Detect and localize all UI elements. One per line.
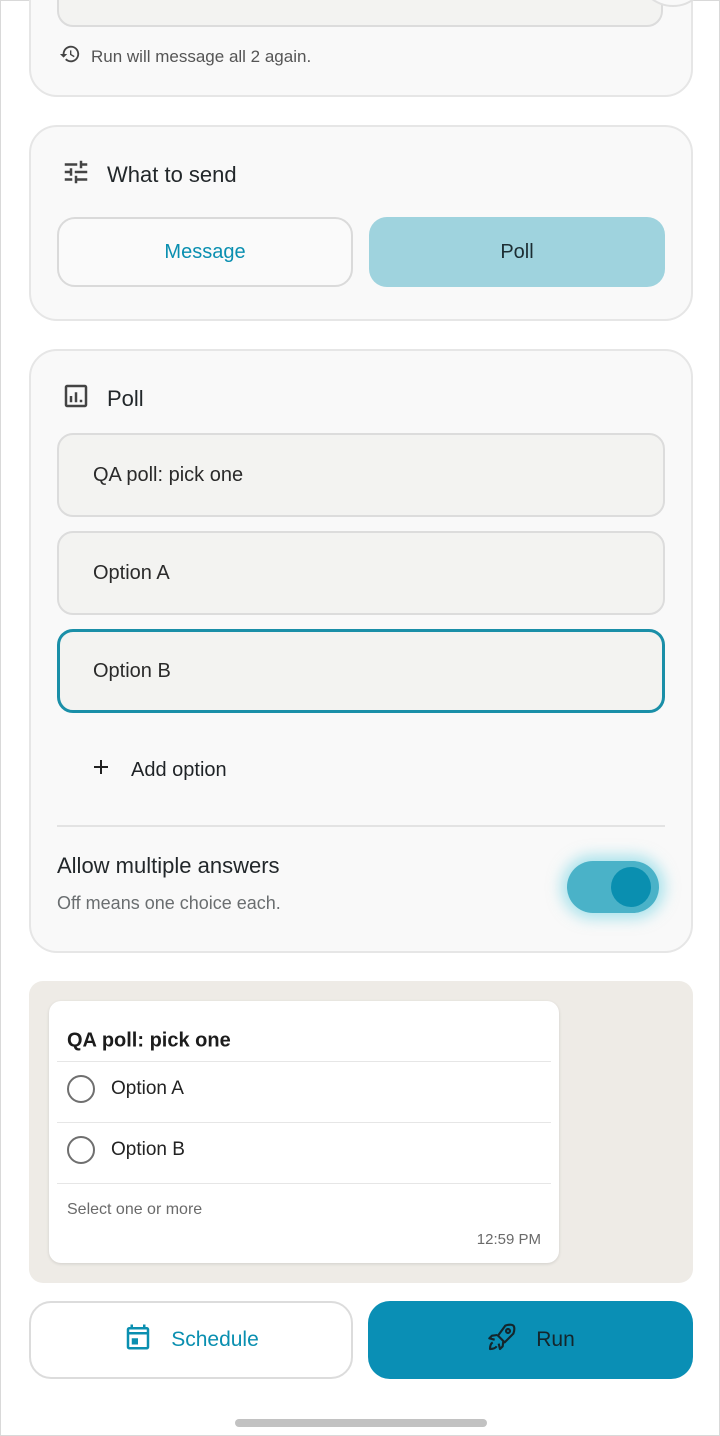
allow-multiple-subtitle: Off means one choice each. [57,893,281,913]
allow-multiple-toggle[interactable] [567,861,659,913]
poll-option-a-value: Option A [93,561,170,584]
home-indicator[interactable] [235,1419,487,1427]
preview-option: Option A [67,1075,184,1103]
poll-preview: QA poll: pick one Option A Option B Sele… [29,981,693,1283]
poll-question-input[interactable]: QA poll: pick one [57,433,665,517]
radio-icon [67,1075,95,1103]
poll-title: Poll [107,386,144,411]
recipients-field[interactable]: test [57,0,663,27]
schedule-label: Schedule [171,1328,259,1351]
radio-icon [67,1136,95,1164]
preview-title: QA poll: pick one [67,1029,231,1052]
preview-option-label: Option A [111,1078,184,1099]
run-button[interactable]: Run [368,1301,693,1379]
message-type-button[interactable]: Message [57,217,353,287]
preview-option-label: Option B [111,1139,185,1160]
poll-option-b-value: Option B [93,659,171,682]
screen: test Run will message all 2 again. What … [0,0,720,1436]
poll-question-value: QA poll: pick one [93,463,244,486]
calendar-icon [123,1322,153,1358]
what-to-send-card: What to send Message Poll [29,125,693,321]
sliders-icon [61,157,91,193]
run-label: Run [536,1328,575,1351]
allow-multiple-title: Allow multiple answers [57,853,280,878]
poll-header: Poll [61,381,144,417]
toggle-knob [611,867,651,907]
what-to-send-header: What to send [61,157,237,193]
add-option-button[interactable]: Add option [89,755,227,785]
add-option-label: Add option [131,758,227,781]
preview-time: 12:59 PM [476,1231,541,1248]
divider [57,825,665,827]
poll-type-button[interactable]: Poll [369,217,665,287]
history-icon [59,43,81,70]
plus-icon [89,755,113,785]
preview-divider [57,1061,551,1062]
poll-preview-bubble: QA poll: pick one Option A Option B Sele… [49,1001,559,1263]
schedule-button[interactable]: Schedule [29,1301,353,1379]
preview-note: Select one or more [67,1201,203,1218]
rocket-icon [486,1321,518,1359]
recipients-card: test Run will message all 2 again. [29,0,707,97]
poll-card: Poll QA poll: pick one Option A Option B… [29,349,693,953]
what-to-send-title: What to send [107,162,237,187]
poll-option-a-input[interactable]: Option A [57,531,665,615]
history-text: Run will message all 2 again. [91,46,312,66]
history-note: Run will message all 2 again. [59,43,311,70]
preview-option: Option B [67,1136,185,1164]
preview-divider [57,1183,551,1184]
preview-divider [57,1122,551,1123]
poll-option-b-input[interactable]: Option B [57,629,665,713]
poll-chart-icon [61,381,91,417]
